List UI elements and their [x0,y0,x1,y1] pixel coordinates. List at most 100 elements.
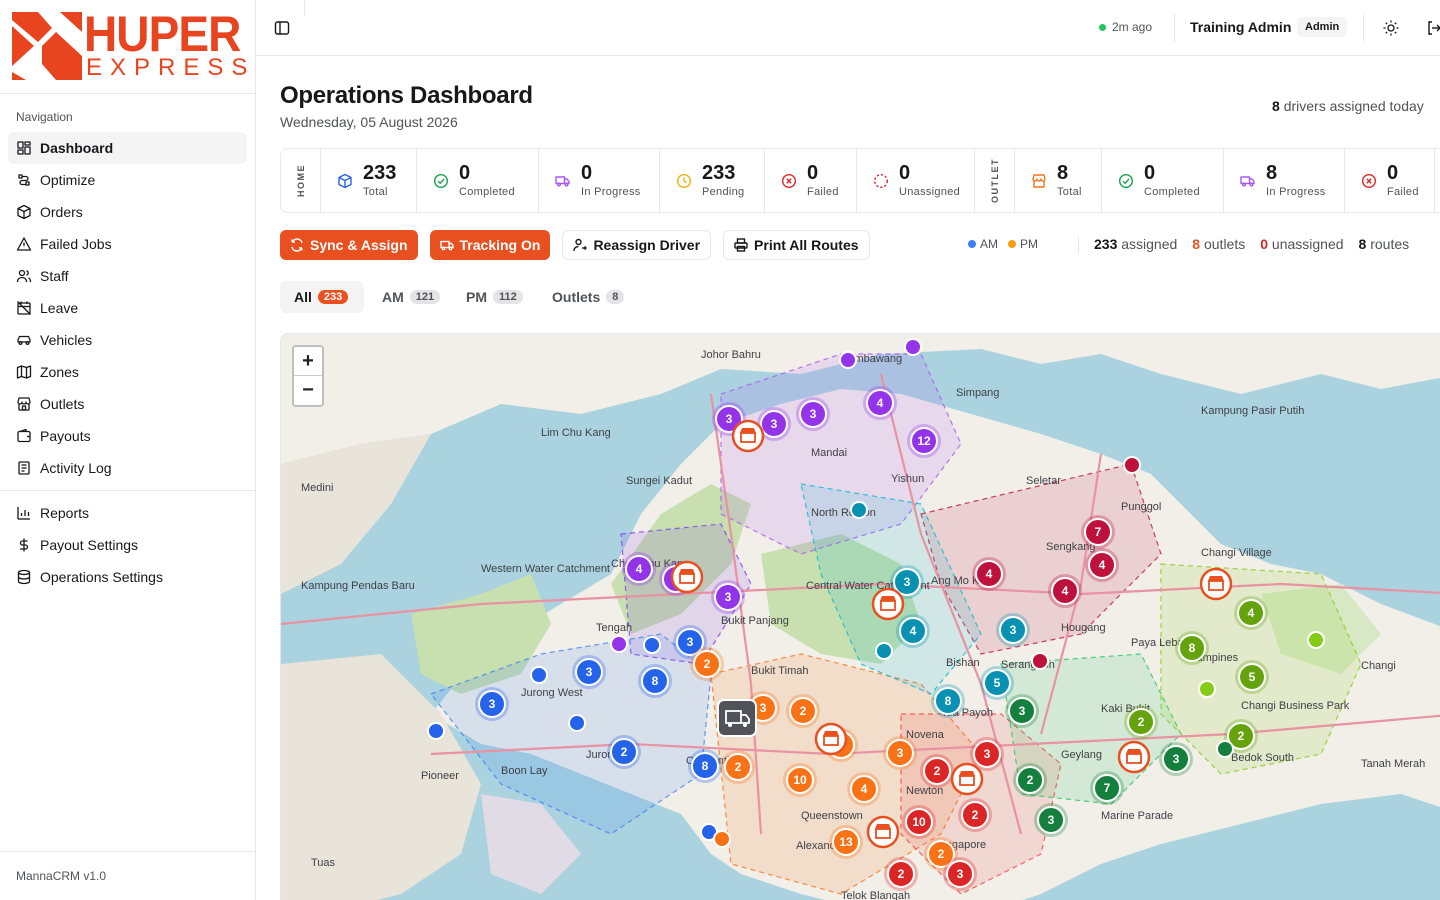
logout-icon[interactable] [1426,20,1440,36]
sidebar-item-staff[interactable]: Staff [8,260,247,292]
sidebar-item-operations-settings[interactable]: Operations Settings [8,561,247,593]
summary-divider [1078,236,1079,254]
tab-outlets[interactable]: Outlets 8 [538,281,630,313]
sidebar-item-activity-log[interactable]: Activity Log [8,452,247,484]
route-cluster-marker[interactable]: 2 [607,735,641,769]
route-cluster-marker[interactable]: 3 [996,613,1030,647]
route-cluster-marker[interactable]: 3 [1005,694,1039,728]
route-cluster-marker[interactable]: 2 [721,750,755,784]
stop-marker[interactable] [839,351,857,369]
stop-marker[interactable] [1123,456,1141,474]
outlet-store-icon[interactable] [866,815,900,849]
sidebar-toggle-icon[interactable] [274,20,290,36]
sidebar-item-payouts[interactable]: Payouts [8,420,247,452]
theme-toggle-icon[interactable] [1383,20,1399,36]
sidebar-item-label: Orders [40,204,83,220]
route-cluster-marker[interactable]: 3 [1159,742,1193,776]
tab-pm[interactable]: PM 112 [452,281,534,313]
outlet-store-icon[interactable] [871,587,905,621]
stat-value: 233 [702,162,736,184]
sidebar-item-reports[interactable]: Reports [8,497,247,529]
stop-marker[interactable] [530,666,548,684]
top-bar: 2m ago Training Admin Admin [256,0,1440,56]
sidebar-item-outlets[interactable]: Outlets [8,388,247,420]
outlet-store-icon[interactable] [814,722,848,756]
route-cluster-marker[interactable]: 8 [931,684,965,718]
route-cluster-marker[interactable]: 7 [1090,771,1124,805]
route-cluster-marker[interactable]: 8 [638,664,672,698]
route-cluster-marker[interactable]: 12 [907,424,941,458]
route-cluster-marker[interactable]: 3 [572,655,606,689]
sidebar-item-zones[interactable]: Zones [8,356,247,388]
route-cluster-marker[interactable]: 4 [972,557,1006,591]
outlet-store-icon[interactable] [731,419,765,453]
map-canvas[interactable]: Johor Bahru Lim Chu Kang Sungei Kadut Manda… [281,334,1440,900]
stop-marker[interactable] [904,338,922,356]
brand-logo[interactable]: HUPER EXPRESS [0,0,255,94]
zoom-in-button[interactable]: + [294,347,322,376]
route-cluster-marker[interactable]: 4 [847,772,881,806]
sidebar-item-dashboard[interactable]: Dashboard [8,132,247,164]
stop-marker[interactable] [1307,631,1325,649]
sidebar-item-failed-jobs[interactable]: Failed Jobs [8,228,247,260]
tab-am[interactable]: AM 121 [368,281,448,313]
route-cluster-marker[interactable]: 4 [896,614,930,648]
route-cluster-marker[interactable]: 2 [920,754,954,788]
route-cluster-marker[interactable]: 8 [1175,631,1209,665]
route-cluster-marker[interactable]: 3 [1034,803,1068,837]
route-cluster-marker[interactable]: 4 [863,386,897,420]
user-name[interactable]: Training Admin [1190,19,1291,35]
route-cluster-marker[interactable]: 2 [786,694,820,728]
reassign-driver-button[interactable]: Reassign Driver [562,230,712,260]
route-cluster-marker[interactable]: 2 [690,647,724,681]
route-cluster-marker[interactable]: 3 [711,580,745,614]
route-cluster-marker[interactable]: 3 [943,857,977,891]
route-cluster-marker[interactable]: 5 [980,666,1014,700]
stop-marker[interactable] [427,722,445,740]
home-stat-unassigned: 0 Unassigned [857,149,975,212]
stop-marker[interactable] [568,714,586,732]
depot-truck-icon[interactable] [717,699,757,737]
route-cluster-marker[interactable]: 2 [884,857,918,891]
stop-marker[interactable] [610,635,628,653]
drivers-count: 8 [1272,98,1280,114]
stop-marker[interactable] [643,636,661,654]
outlet-store-icon[interactable] [670,560,704,594]
sync-assign-button[interactable]: Sync & Assign [280,230,418,260]
stop-marker[interactable] [1216,740,1234,758]
route-map[interactable]: Johor Bahru Lim Chu Kang Sungei Kadut Manda… [280,333,1440,900]
route-cluster-marker[interactable]: 13 [829,825,863,859]
route-cluster-marker[interactable]: 7 [1081,515,1115,549]
stop-marker[interactable] [1031,652,1049,670]
sidebar-item-leave[interactable]: Leave [8,292,247,324]
print-routes-button[interactable]: Print All Routes [723,230,870,260]
route-cluster-marker[interactable]: 2 [1124,705,1158,739]
route-cluster-marker[interactable]: 4 [1048,574,1082,608]
route-cluster-marker[interactable]: 5 [1235,660,1269,694]
route-cluster-marker[interactable]: 4 [622,552,656,586]
zoom-out-button[interactable]: − [294,376,322,405]
tracking-toggle-button[interactable]: Tracking On [429,230,551,260]
route-cluster-marker[interactable]: 4 [1234,596,1268,630]
sidebar-item-orders[interactable]: Orders [8,196,247,228]
sidebar-item-payout-settings[interactable]: Payout Settings [8,529,247,561]
route-cluster-marker[interactable]: 3 [796,397,830,431]
sidebar-item-vehicles[interactable]: Vehicles [8,324,247,356]
route-cluster-marker[interactable]: 2 [1013,763,1047,797]
sidebar-item-optimize[interactable]: Optimize [8,164,247,196]
stop-marker[interactable] [875,642,893,660]
outlet-store-icon[interactable] [950,762,984,796]
route-cluster-marker[interactable]: 10 [902,805,936,839]
route-cluster-marker[interactable]: 2 [958,798,992,832]
route-cluster-marker[interactable]: 3 [883,736,917,770]
stop-marker[interactable] [1198,680,1216,698]
tab-all[interactable]: All 233 [280,281,364,313]
route-cluster-marker[interactable]: 3 [475,687,509,721]
stop-marker[interactable] [713,830,731,848]
stop-marker[interactable] [850,501,868,519]
outlet-store-icon[interactable] [1199,567,1233,601]
outlet-store-icon[interactable] [1117,740,1151,774]
route-cluster-marker[interactable]: 8 [688,749,722,783]
route-cluster-marker[interactable]: 4 [1085,548,1119,582]
route-cluster-marker[interactable]: 10 [783,763,817,797]
